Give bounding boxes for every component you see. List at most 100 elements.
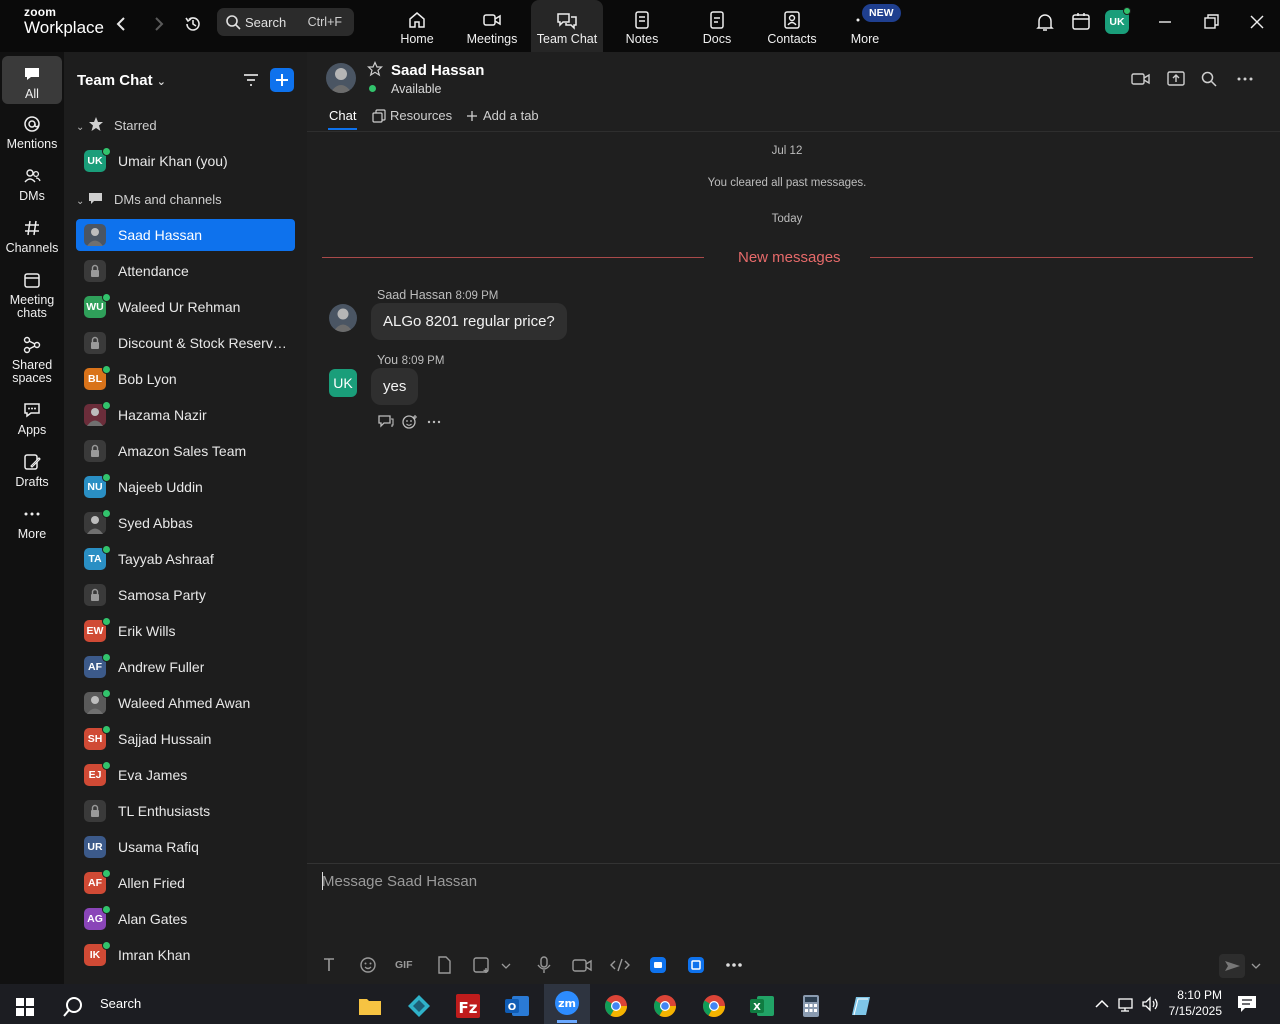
- sidebar-item-imran-khan[interactable]: IK Imran Khan: [76, 939, 295, 971]
- chevron-down-icon[interactable]: [1249, 954, 1271, 976]
- sidebar-item-discount-stock-reservati[interactable]: Discount & Stock Reservati...: [76, 327, 295, 359]
- tab-contacts[interactable]: Contacts: [756, 0, 828, 52]
- sidebar-item-erik-wills[interactable]: EW Erik Wills: [76, 615, 295, 647]
- calendar-icon[interactable]: [1069, 10, 1093, 34]
- sidebar-title[interactable]: Team Chat ⌄: [77, 72, 166, 89]
- contact-name[interactable]: Saad Hassan: [391, 62, 484, 79]
- add-reaction-icon[interactable]: [402, 414, 418, 429]
- forward-arrow-icon[interactable]: [148, 14, 168, 34]
- filter-icon[interactable]: [242, 72, 260, 88]
- sidebar-item-bob-lyon[interactable]: BL Bob Lyon: [76, 363, 295, 395]
- app-diamond-icon[interactable]: [401, 988, 437, 1024]
- sidebar-item-eva-james[interactable]: EJ Eva James: [76, 759, 295, 791]
- emoji-icon[interactable]: [357, 954, 379, 976]
- notification-center-icon[interactable]: [1236, 994, 1258, 1014]
- search-input[interactable]: Search Ctrl+F: [217, 8, 354, 36]
- rail-item-apps[interactable]: Apps: [2, 400, 62, 437]
- chevron-up-icon[interactable]: [1093, 996, 1111, 1012]
- close-icon[interactable]: [1245, 10, 1269, 34]
- sidebar-item-alan-gates[interactable]: AG Alan Gates: [76, 903, 295, 935]
- sidebar-item-tl-enthusiasts[interactable]: TL Enthusiasts: [76, 795, 295, 827]
- rail-item-dms[interactable]: DMs: [2, 166, 62, 203]
- message-bubble[interactable]: ALGo 8201 regular price?: [371, 303, 567, 340]
- message-input[interactable]: Message Saad Hassan: [322, 873, 477, 890]
- zoom-docs-icon[interactable]: [685, 954, 707, 976]
- star-outline-icon[interactable]: [367, 61, 383, 77]
- history-icon[interactable]: [183, 14, 203, 34]
- tab-docs[interactable]: Docs: [681, 0, 753, 52]
- system-clock[interactable]: 8:10 PM 7/15/2025: [1169, 987, 1222, 1019]
- chrome-icon[interactable]: [598, 988, 634, 1024]
- tab-home[interactable]: Home: [381, 0, 453, 52]
- rail-item-shared-spaces[interactable]: Shared spaces: [2, 335, 62, 385]
- sidebar-item-syed-abbas[interactable]: Syed Abbas: [76, 507, 295, 539]
- format-text-icon[interactable]: [319, 954, 341, 976]
- screenshot-icon[interactable]: [471, 954, 493, 976]
- more-options-icon[interactable]: [1235, 70, 1255, 88]
- sidebar-item-amazon-sales-team[interactable]: Amazon Sales Team: [76, 435, 295, 467]
- tab-meetings[interactable]: Meetings: [456, 0, 528, 52]
- new-chat-button[interactable]: [270, 68, 294, 92]
- rail-item-drafts[interactable]: Drafts: [2, 452, 62, 489]
- tab-chat[interactable]: Chat: [329, 108, 356, 123]
- sender-avatar[interactable]: UK: [329, 369, 357, 397]
- search-icon[interactable]: [56, 988, 92, 1024]
- rail-item-mentions[interactable]: Mentions: [2, 114, 62, 151]
- zoom-app-icon[interactable]: [647, 954, 669, 976]
- outlook-icon[interactable]: O: [499, 988, 535, 1024]
- sidebar-item-saad-hassan[interactable]: Saad Hassan: [76, 219, 295, 251]
- restore-icon[interactable]: [1199, 10, 1223, 34]
- chrome-icon[interactable]: [647, 988, 683, 1024]
- section-starred[interactable]: ⌄ Starred: [76, 117, 157, 133]
- sidebar-item-andrew-fuller[interactable]: AF Andrew Fuller: [76, 651, 295, 683]
- sidebar-item-najeeb-uddin[interactable]: NU Najeeb Uddin: [76, 471, 295, 503]
- gif-icon[interactable]: GIF: [395, 954, 417, 976]
- send-button[interactable]: [1219, 954, 1245, 978]
- sender-name[interactable]: Saad Hassan: [377, 288, 452, 302]
- contact-avatar[interactable]: [326, 63, 356, 93]
- sidebar-item-tayyab-ashraaf[interactable]: TA Tayyab Ashraaf: [76, 543, 295, 575]
- video-message-icon[interactable]: [571, 954, 593, 976]
- chevron-down-icon[interactable]: [499, 954, 521, 976]
- taskbar-search-label[interactable]: Search: [100, 996, 141, 1011]
- reply-thread-icon[interactable]: [378, 414, 394, 428]
- network-icon[interactable]: [1117, 995, 1137, 1013]
- back-arrow-icon[interactable]: [112, 14, 132, 34]
- sidebar-item-umair-khan[interactable]: UK Umair Khan (you): [76, 145, 295, 177]
- filezilla-icon[interactable]: Fz: [450, 988, 486, 1024]
- video-call-icon[interactable]: [1131, 70, 1151, 88]
- minimize-icon[interactable]: [1153, 10, 1177, 34]
- sidebar-item-hazama-nazir[interactable]: Hazama Nazir: [76, 399, 295, 431]
- tab-notes[interactable]: Notes: [606, 0, 678, 52]
- rail-item-channels[interactable]: Channels: [2, 218, 62, 255]
- code-snippet-icon[interactable]: [609, 954, 631, 976]
- section-dms-and-channels[interactable]: ⌄ DMs and channels: [76, 192, 222, 207]
- bell-icon[interactable]: [1033, 10, 1057, 34]
- share-screen-icon[interactable]: [1166, 70, 1186, 88]
- rail-item-meeting-chats[interactable]: Meeting chats: [2, 270, 62, 320]
- sidebar-item-waleed-ahmed-awan[interactable]: Waleed Ahmed Awan: [76, 687, 295, 719]
- more-actions-icon[interactable]: [723, 954, 745, 976]
- excel-icon[interactable]: X: [744, 988, 780, 1024]
- tab-resources[interactable]: Resources: [390, 108, 452, 123]
- rail-item-more[interactable]: More: [2, 504, 62, 541]
- sidebar-item-usama-rafiq[interactable]: UR Usama Rafiq: [76, 831, 295, 863]
- file-explorer-icon[interactable]: [352, 988, 388, 1024]
- sidebar-item-samosa-party[interactable]: Samosa Party: [76, 579, 295, 611]
- windows-start-icon[interactable]: [8, 988, 44, 1024]
- rail-item-all[interactable]: All: [2, 56, 62, 104]
- microphone-icon[interactable]: [533, 954, 555, 976]
- sidebar-item-attendance[interactable]: Attendance: [76, 255, 295, 287]
- message-more-icon[interactable]: [427, 414, 441, 428]
- sidebar-item-sajjad-hussain[interactable]: SH Sajjad Hussain: [76, 723, 295, 755]
- app-notebook-icon[interactable]: [842, 988, 878, 1024]
- tab-team-chat[interactable]: Team Chat: [531, 0, 603, 52]
- search-icon[interactable]: [1200, 70, 1218, 88]
- message-bubble[interactable]: yes: [371, 368, 419, 405]
- tab-add[interactable]: Add a tab: [483, 108, 539, 123]
- chrome-icon[interactable]: [696, 988, 732, 1024]
- sidebar-item-waleed-ur-rehman[interactable]: WU Waleed Ur Rehman: [76, 291, 295, 323]
- volume-icon[interactable]: [1141, 995, 1161, 1013]
- sender-avatar[interactable]: [329, 304, 357, 332]
- calculator-icon[interactable]: [793, 988, 829, 1024]
